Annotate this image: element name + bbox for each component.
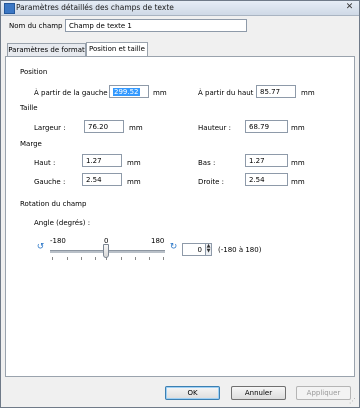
slider-tick [81,257,82,260]
width-input[interactable]: 76.20 [84,120,124,133]
name-field-label: Nom du champ : [9,22,68,30]
margin-heading: Marge [20,140,42,148]
rotation-heading: Rotation du champ [20,200,87,208]
margin-right-unit: mm [291,178,305,186]
apply-button[interactable]: Appliquer [296,386,351,400]
slider-tick [163,257,164,260]
resize-grip-icon[interactable]: ⋰ [349,397,357,405]
tab-format[interactable]: Paramètres de format [7,43,86,56]
slider-tick [121,257,122,260]
top-input[interactable]: 85.77 [256,85,296,98]
rotation-spinner[interactable]: ▲ ▼ [205,243,212,256]
height-label: Hauteur : [198,124,231,132]
app-icon [4,3,15,14]
spin-down-icon[interactable]: ▼ [206,249,211,254]
margin-top-unit: mm [127,159,141,167]
height-input[interactable]: 68.79 [245,120,288,133]
width-unit: mm [129,124,143,132]
slider-max-label: 180 [151,237,165,245]
margin-left-unit: mm [127,178,141,186]
height-unit: mm [291,124,305,132]
rotation-value-input[interactable]: 0 [182,243,206,256]
width-label: Largeur : [34,124,66,132]
rotation-slider-thumb[interactable] [103,244,109,258]
margin-top-input[interactable]: 1.27 [82,154,122,167]
slider-tick [95,257,96,260]
slider-tick [52,257,53,260]
slider-tick [67,257,68,260]
size-heading: Taille [20,104,38,112]
slider-tick [135,257,136,260]
title-bar[interactable]: Paramètres détaillés des champs de texte… [1,1,359,16]
slider-tick [149,257,150,260]
rotate-right-icon[interactable]: ↻ [169,243,178,252]
tab-panel [5,56,355,377]
margin-bottom-label: Bas : [198,159,216,167]
left-input[interactable]: 299.52 [109,85,149,98]
rotation-range-hint: (-180 à 180) [218,246,262,254]
margin-left-input[interactable]: 2.54 [82,173,122,186]
tab-position-size[interactable]: Position et taille [86,42,148,56]
top-unit: mm [301,89,315,97]
slider-min-label: -180 [50,237,66,245]
ok-button[interactable]: OK [165,386,220,400]
margin-bottom-input[interactable]: 1.27 [245,154,288,167]
left-label: À partir de la gauche : [34,89,113,97]
close-icon[interactable]: ✕ [344,2,355,13]
top-label: À partir du haut : [198,89,259,97]
margin-left-label: Gauche : [34,178,66,186]
cancel-button[interactable]: Annuler [231,386,286,400]
rotate-left-icon[interactable]: ↺ [36,243,45,252]
margin-top-label: Haut : [34,159,56,167]
dialog-window: Paramètres détaillés des champs de texte… [0,0,360,408]
angle-label: Angle (degrés) : [34,219,91,227]
position-heading: Position [20,68,48,76]
margin-right-input[interactable]: 2.54 [245,173,288,186]
window-title: Paramètres détaillés des champs de texte [16,3,174,12]
margin-right-label: Droite : [198,178,224,186]
name-field-input[interactable]: Champ de texte 1 [65,19,247,32]
margin-bottom-unit: mm [291,159,305,167]
left-unit: mm [153,89,167,97]
